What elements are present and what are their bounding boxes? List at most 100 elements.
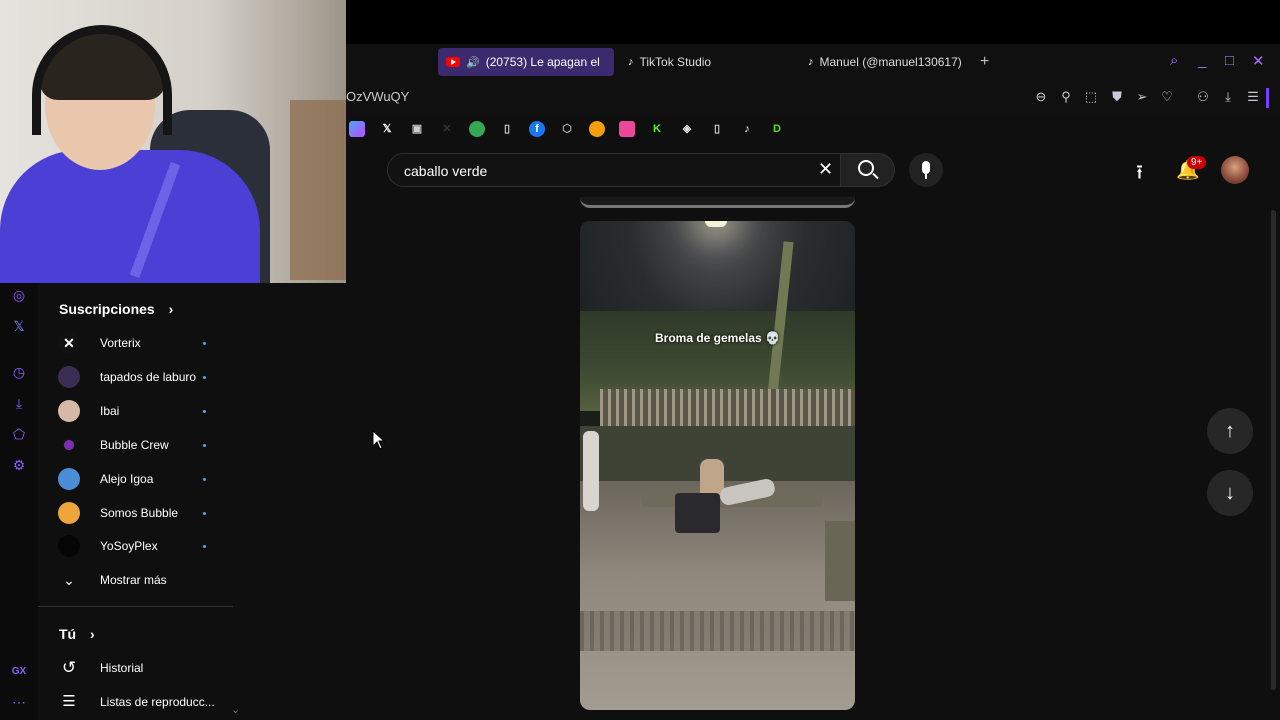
chrome-icon[interactable] [469, 121, 485, 137]
new-content-dot [203, 511, 206, 515]
pin-icon[interactable]: ⚲ [1057, 88, 1075, 106]
profile-icon[interactable]: ⚇ [1194, 88, 1212, 106]
zoom-out-icon[interactable]: ⊖ [1032, 88, 1050, 106]
playlist-icon: ☰ [62, 693, 76, 710]
sidebar-item-label: Alejo Igoa [100, 472, 154, 486]
show-more-button[interactable]: ⌄ Mostrar más [58, 565, 238, 595]
d-icon[interactable]: D [769, 121, 785, 137]
previous-video-button[interactable]: ↑ [1207, 408, 1253, 454]
page-scrollbar[interactable] [1271, 210, 1276, 690]
sidebar-item-yosoyplex[interactable]: YoSoyPlex [58, 531, 238, 561]
image-icon[interactable]: ▣ [409, 121, 425, 137]
subscriptions-heading[interactable]: Suscripciones › [59, 301, 173, 317]
download-icon[interactable]: ⤓ [10, 394, 28, 412]
sidebar-item-history[interactable]: ↺ Historial [58, 653, 238, 683]
history-icon: ↺ [61, 658, 77, 677]
speaker-icon[interactable]: 🔊 [466, 56, 480, 69]
maximize-button[interactable]: □ [1225, 52, 1234, 69]
sidebar-item-label: Historial [100, 661, 144, 675]
tab-youtube[interactable]: 🔊 (20753) Le apagan el [438, 48, 614, 76]
x-icon[interactable]: 𝕏 [379, 121, 395, 137]
sidebar-item-label: Listas de reproducc... [100, 695, 215, 709]
next-video-button[interactable]: ↓ [1207, 470, 1253, 516]
new-content-dot [203, 544, 206, 548]
sidebar-item-vorterix[interactable]: ✕ Vorterix [58, 328, 238, 358]
search-input[interactable]: caballo verde ✕ [387, 153, 841, 187]
tab-label: Manuel (@manuel130617) [819, 55, 962, 69]
subscriptions-label: Suscripciones [59, 301, 155, 317]
menu-icon[interactable]: ☰ [1244, 88, 1262, 106]
previous-short[interactable] [580, 197, 855, 208]
scroll-down-icon[interactable]: ⌄ [231, 703, 240, 716]
chevron-down-icon: ⌄ [63, 572, 75, 588]
sidebar-item-ibai[interactable]: Ibai [58, 396, 238, 426]
document-icon[interactable]: ▯ [709, 121, 725, 137]
download-icon[interactable]: ⤓ [1219, 88, 1237, 106]
close-window-button[interactable]: ✕ [1252, 52, 1265, 70]
tab-tiktok-studio[interactable]: ♪ TikTok Studio [620, 48, 790, 76]
voice-search-button[interactable] [909, 153, 943, 187]
copilot-icon[interactable] [349, 121, 365, 137]
account-avatar[interactable] [1221, 156, 1249, 184]
chevron-right-icon: › [90, 626, 95, 642]
document-icon[interactable]: ▯ [499, 121, 515, 137]
tapados-avatar [58, 366, 80, 388]
youtube-header: caballo verde ✕ ⭱ 🔔 9+ [346, 144, 1280, 196]
person-standing [583, 431, 599, 511]
gx-icon[interactable]: GX [10, 663, 28, 681]
orange-circle-icon[interactable] [589, 121, 605, 137]
caption-text: Broma de gemelas [654, 331, 762, 345]
alejo-igoa-avatar [58, 468, 80, 490]
you-heading[interactable]: Tú › [59, 626, 95, 642]
facebook-icon[interactable]: f [529, 121, 545, 137]
kick-icon[interactable]: K [649, 121, 665, 137]
send-icon[interactable]: ➢ [1133, 88, 1151, 106]
sidebar-item-playlists[interactable]: ☰ Listas de reproducc... [58, 687, 238, 717]
capcut-icon[interactable]: ✕ [439, 121, 455, 137]
minimize-button[interactable]: _ [1198, 52, 1206, 69]
guide-divider [38, 606, 233, 607]
street-lamp [705, 221, 727, 227]
more-icon[interactable]: ⋯ [10, 693, 28, 711]
extensions-icon[interactable]: ⬠ [10, 425, 28, 443]
sidebar-item-label: tapados de laburo [100, 370, 197, 384]
instagram-icon[interactable]: ◎ [10, 286, 28, 304]
microphone-icon [922, 161, 930, 174]
chevron-right-icon: › [168, 301, 174, 317]
bench-right [825, 521, 855, 601]
youtube-guide: Suscripciones › ✕ Vorterix tapados de la… [38, 283, 240, 720]
upload-icon[interactable]: ⭱ [1136, 158, 1143, 192]
arrow-up-icon: ↑ [1225, 420, 1235, 442]
tiktok-icon: ♪ [628, 56, 634, 68]
snapshot-icon[interactable]: ⬚ [1082, 88, 1100, 106]
tab-tiktok-profile[interactable]: ♪ Manuel (@manuel130617) [800, 48, 970, 76]
tactile-path [580, 611, 855, 651]
microphone-stand [925, 174, 927, 179]
sidebar-item-label: Vorterix [100, 336, 141, 350]
shield-icon[interactable]: ⛊ [1108, 88, 1126, 106]
heart-icon[interactable]: ♡ [1158, 88, 1176, 106]
x-icon[interactable]: 𝕏 [10, 317, 28, 335]
skull-icon: 💀 [765, 331, 780, 345]
clear-search-icon[interactable]: ✕ [818, 159, 833, 180]
search-button[interactable] [841, 153, 895, 187]
discord-icon[interactable]: ◈ [679, 121, 695, 137]
short-video-player[interactable]: Broma de gemelas 💀 [580, 221, 855, 710]
search-tabs-icon[interactable]: ⌕ [1170, 52, 1178, 69]
new-tab-button[interactable]: + [980, 53, 989, 71]
search-query[interactable]: caballo verde [404, 163, 487, 179]
sidebar-item-tapados[interactable]: tapados de laburo [58, 362, 238, 392]
sidebar-item-somos-bubble[interactable]: Somos Bubble [58, 498, 238, 528]
tab-label: (20753) Le apagan el [485, 55, 600, 69]
webcam-overlay [0, 0, 346, 283]
sidebar-item-alejo-igoa[interactable]: Alejo Igoa [58, 464, 238, 494]
new-content-dot [203, 375, 206, 379]
history-icon[interactable]: ◷ [10, 363, 28, 381]
sidebar-item-label: Bubble Crew [100, 438, 169, 452]
sidebar-item-bubble-crew[interactable]: Bubble Crew [58, 430, 238, 460]
pink-photo-icon[interactable] [619, 121, 635, 137]
settings-icon[interactable]: ⚙ [10, 456, 28, 474]
tiktok-icon[interactable]: ♪ [739, 121, 755, 137]
url-text[interactable]: OzVWuQY [346, 89, 409, 104]
cube-icon[interactable]: ⬡ [559, 121, 575, 137]
